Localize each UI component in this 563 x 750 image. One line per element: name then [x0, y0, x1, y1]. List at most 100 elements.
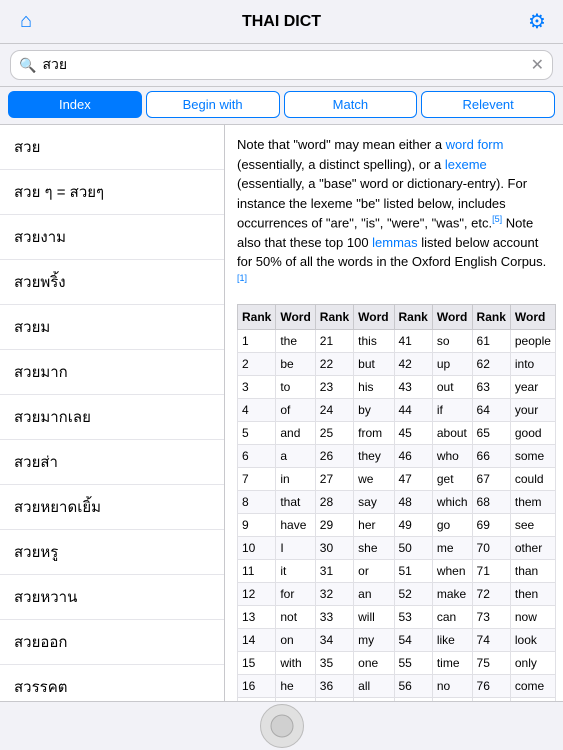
table-cell: 66 [472, 444, 510, 467]
word-list-item[interactable]: สวยส่า [0, 440, 224, 485]
word-list-item[interactable]: สวยมากเลย [0, 395, 224, 440]
table-cell: 1 [238, 329, 276, 352]
table-cell: go [432, 513, 472, 536]
table-cell: 24 [315, 398, 353, 421]
table-header: Rank [394, 304, 432, 329]
word-list: สวยสวย ๆ = สวยๆสวยงามสวยพริ้งสวยมสวยมากส… [0, 125, 225, 701]
tab-begin-with[interactable]: Begin with [146, 91, 280, 118]
table-cell: not [276, 605, 315, 628]
table-row: 6a26they46who66some [238, 444, 556, 467]
table-cell: her [354, 513, 394, 536]
tab-relevent[interactable]: Relevent [421, 91, 555, 118]
table-row: 3to23his43out63year [238, 375, 556, 398]
table-row: 15with35one55time75only [238, 651, 556, 674]
table-header: Rank [472, 304, 510, 329]
search-icon: 🔍 [19, 57, 36, 74]
table-cell: 63 [472, 375, 510, 398]
table-cell: 55 [394, 651, 432, 674]
table-cell: 74 [472, 628, 510, 651]
table-cell: 46 [394, 444, 432, 467]
word-list-item[interactable]: สวยหรู [0, 530, 224, 575]
table-row: 16he36all56no76come [238, 674, 556, 697]
definition-panel: Note that "word" may mean either a word … [225, 125, 563, 701]
table-header: Rank [315, 304, 353, 329]
table-cell: get [432, 467, 472, 490]
table-cell: 9 [238, 513, 276, 536]
word-list-item[interactable]: สวยม [0, 305, 224, 350]
table-cell: they [354, 444, 394, 467]
table-cell: about [432, 421, 472, 444]
lemmas-link[interactable]: lemmas [372, 235, 418, 250]
table-cell: 53 [394, 605, 432, 628]
word-list-item[interactable]: สวย [0, 125, 224, 170]
table-cell: an [354, 582, 394, 605]
table-cell: come [510, 674, 555, 697]
table-cell: 33 [315, 605, 353, 628]
table-header: Word [432, 304, 472, 329]
table-cell: she [354, 536, 394, 559]
search-input[interactable] [42, 57, 530, 73]
table-cell: 65 [472, 421, 510, 444]
table-cell: see [510, 513, 555, 536]
table-cell: that [276, 490, 315, 513]
table-row: 10I30she50me70other [238, 536, 556, 559]
table-cell: 70 [472, 536, 510, 559]
table-cell: 2 [238, 352, 276, 375]
home-button[interactable] [260, 704, 304, 748]
table-cell: year [510, 375, 555, 398]
word-list-item[interactable]: สวยมาก [0, 350, 224, 395]
lexeme-link[interactable]: lexeme [445, 157, 487, 172]
word-list-item[interactable]: สวรรคต [0, 665, 224, 701]
table-cell: it [276, 559, 315, 582]
table-cell: and [276, 421, 315, 444]
table-cell: we [354, 467, 394, 490]
table-cell: 68 [472, 490, 510, 513]
tab-index[interactable]: Index [8, 91, 142, 118]
table-cell: 48 [394, 490, 432, 513]
table-cell: me [432, 536, 472, 559]
table-cell: like [432, 628, 472, 651]
table-cell: 61 [472, 329, 510, 352]
table-row: 5and25from45about65good [238, 421, 556, 444]
table-cell: 21 [315, 329, 353, 352]
table-cell: have [276, 513, 315, 536]
word-list-item[interactable]: สวยงาม [0, 215, 224, 260]
search-clear-icon[interactable]: ✕ [531, 55, 544, 75]
table-cell: the [276, 329, 315, 352]
app-header: ⌂ THAI DICT ⚙ [0, 0, 563, 44]
table-row: 13not33will53can73now [238, 605, 556, 628]
table-cell: 49 [394, 513, 432, 536]
table-cell: 73 [472, 605, 510, 628]
table-cell: of [276, 398, 315, 421]
table-cell: 6 [238, 444, 276, 467]
word-list-item[interactable]: สวย ๆ = สวยๆ [0, 170, 224, 215]
word-list-item[interactable]: สวยออก [0, 620, 224, 665]
settings-icon[interactable]: ⚙ [523, 8, 551, 36]
table-cell: 5 [238, 421, 276, 444]
table-cell: 47 [394, 467, 432, 490]
table-cell: one [354, 651, 394, 674]
home-icon[interactable]: ⌂ [12, 8, 40, 36]
table-cell: 4 [238, 398, 276, 421]
table-cell: make [432, 582, 472, 605]
table-cell: which [432, 490, 472, 513]
table-cell: other [510, 536, 555, 559]
word-list-item[interactable]: สวยหยาดเยิ้ม [0, 485, 224, 530]
word-form-link[interactable]: word form [446, 137, 504, 152]
table-cell: 71 [472, 559, 510, 582]
footnote-1: [1] [237, 273, 247, 283]
table-cell: 50 [394, 536, 432, 559]
table-cell: will [354, 605, 394, 628]
table-cell: 15 [238, 651, 276, 674]
main-content: สวยสวย ๆ = สวยๆสวยงามสวยพริ้งสวยมสวยมากส… [0, 125, 563, 701]
table-cell: 10 [238, 536, 276, 559]
word-list-item[interactable]: สวยหวาน [0, 575, 224, 620]
table-row: 7in27we47get67could [238, 467, 556, 490]
tab-match[interactable]: Match [284, 91, 418, 118]
word-list-item[interactable]: สวยพริ้ง [0, 260, 224, 305]
table-cell: 13 [238, 605, 276, 628]
table-cell: be [276, 352, 315, 375]
table-cell: when [432, 559, 472, 582]
filter-tabs: Index Begin with Match Relevent [0, 87, 563, 125]
table-cell: no [432, 674, 472, 697]
